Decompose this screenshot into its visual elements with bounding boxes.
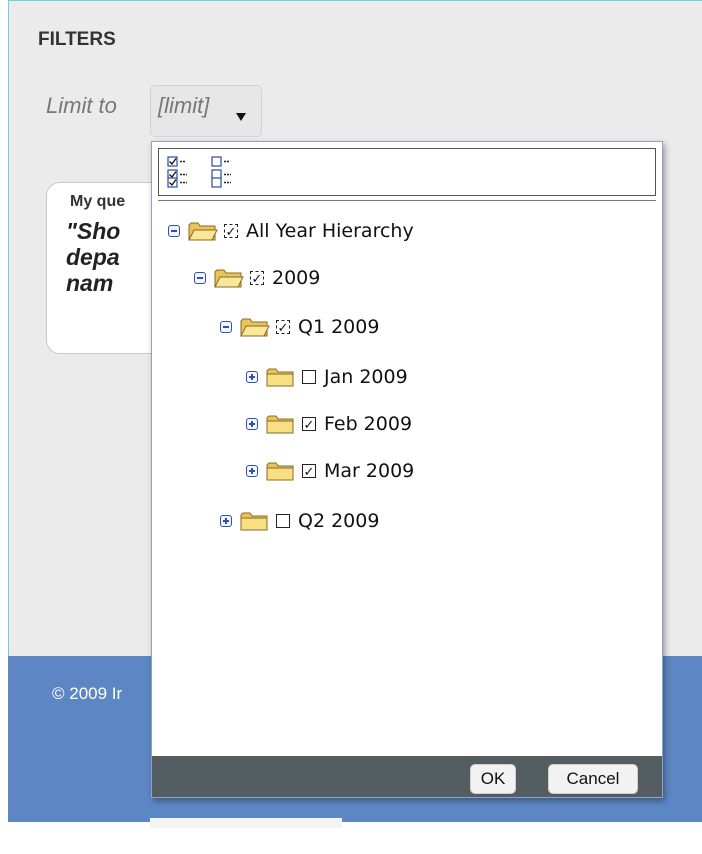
- expand-icon[interactable]: [220, 515, 232, 527]
- ok-button[interactable]: OK: [470, 764, 516, 794]
- tree-checkbox[interactable]: ✓: [224, 224, 238, 238]
- filters-title: FILTERS: [38, 29, 116, 50]
- tree-node[interactable]: ✓ 2009: [194, 264, 320, 292]
- hierarchy-tree: ✓ All Year Hierarchy ✓ 2009 ✓ Q1 2009 Jan 2009…: [158, 200, 656, 750]
- cancel-button[interactable]: Cancel: [548, 764, 638, 794]
- popup-toolbar: [158, 148, 656, 196]
- limit-popup: ✓ All Year Hierarchy ✓ 2009 ✓ Q1 2009 Jan 2009…: [151, 141, 663, 798]
- select-all-icon[interactable]: [167, 156, 203, 190]
- folder-icon: [266, 366, 296, 388]
- tree-checkbox[interactable]: ✓: [302, 464, 316, 478]
- tree-node[interactable]: ✓ All Year Hierarchy: [168, 217, 414, 245]
- tree-node[interactable]: Jan 2009: [246, 363, 408, 391]
- caret-down-icon[interactable]: [236, 113, 246, 121]
- folder-icon: [240, 510, 270, 532]
- tree-node[interactable]: ✓ Mar 2009: [246, 457, 414, 485]
- tree-node-label[interactable]: All Year Hierarchy: [246, 220, 414, 242]
- expand-icon[interactable]: [246, 371, 258, 383]
- tree-node[interactable]: Q2 2009: [220, 507, 379, 535]
- expand-icon[interactable]: [246, 465, 258, 477]
- folder-icon: [266, 413, 296, 435]
- tree-checkbox[interactable]: [276, 514, 290, 528]
- tree-checkbox[interactable]: ✓: [250, 271, 264, 285]
- copyright-text: © 2009 Ir: [52, 684, 123, 703]
- tree-node-label[interactable]: Mar 2009: [324, 460, 414, 482]
- tree-node-label[interactable]: 2009: [272, 267, 320, 289]
- folder-open-icon: [188, 220, 218, 242]
- folder-open-icon: [240, 316, 270, 338]
- query-card-text: "Sho depa nam: [66, 218, 121, 296]
- tree-node-label[interactable]: Jan 2009: [324, 366, 408, 388]
- folder-open-icon: [214, 267, 244, 289]
- folder-icon: [266, 460, 296, 482]
- collapse-icon[interactable]: [220, 321, 232, 333]
- tree-node[interactable]: ✓ Feb 2009: [246, 410, 412, 438]
- tree-node-label[interactable]: Q2 2009: [298, 510, 379, 532]
- footer-tab: [150, 818, 342, 828]
- tree-node-label[interactable]: Feb 2009: [324, 413, 412, 435]
- collapse-icon[interactable]: [194, 272, 206, 284]
- tree-node[interactable]: ✓ Q1 2009: [220, 313, 379, 341]
- popup-footer: OK Cancel: [152, 756, 662, 797]
- tree-checkbox[interactable]: ✓: [302, 417, 316, 431]
- tree-checkbox[interactable]: [302, 370, 316, 384]
- collapse-icon[interactable]: [168, 225, 180, 237]
- tree-checkbox[interactable]: ✓: [276, 320, 290, 334]
- tree-node-label[interactable]: Q1 2009: [298, 316, 379, 338]
- expand-icon[interactable]: [246, 418, 258, 430]
- query-card-heading: My que: [70, 193, 126, 210]
- limit-dropdown-value[interactable]: [limit]: [158, 93, 209, 119]
- limit-label: Limit to: [46, 93, 117, 118]
- deselect-all-icon[interactable]: [211, 156, 247, 190]
